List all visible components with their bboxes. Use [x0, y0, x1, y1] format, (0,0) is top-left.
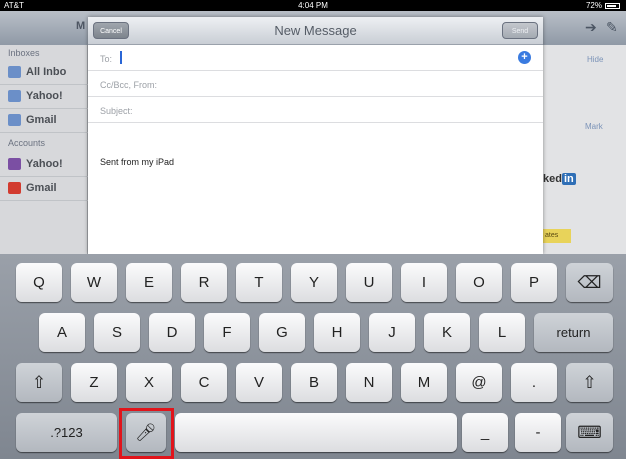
- mailbox-icon: [8, 66, 21, 78]
- to-label: To:: [100, 54, 113, 64]
- key-e[interactable]: E: [126, 263, 172, 302]
- message-preview-pane: Hide Mark ked in ates: [543, 45, 626, 254]
- key-r[interactable]: R: [181, 263, 227, 302]
- plus-circle-icon[interactable]: +: [518, 51, 531, 64]
- key-s[interactable]: S: [94, 313, 140, 352]
- ipad-screen: AT&T 4:04 PM 72% M ➔ ✎ Inboxes All Inbo …: [0, 0, 626, 459]
- key-v[interactable]: V: [236, 363, 282, 402]
- sidebar-item-label: Gmail: [26, 182, 57, 194]
- linkedin-logo: ked in: [543, 173, 576, 185]
- yahoo-icon: [8, 158, 21, 170]
- key-k[interactable]: K: [424, 313, 470, 352]
- mailbox-icon: [8, 114, 21, 126]
- hide-keyboard-key[interactable]: ⌨: [566, 413, 613, 452]
- key-j[interactable]: J: [369, 313, 415, 352]
- linkedin-text: ked: [543, 173, 562, 185]
- keyboard-hide-icon: ⌨: [577, 423, 602, 442]
- key-q[interactable]: Q: [16, 263, 62, 302]
- key-x[interactable]: X: [126, 363, 172, 402]
- status-bar: AT&T 4:04 PM 72%: [0, 0, 626, 11]
- key-m[interactable]: M: [401, 363, 447, 402]
- backspace-icon: ⌫: [577, 273, 602, 292]
- shift-key-left[interactable]: ⇧: [16, 363, 62, 402]
- accounts-header: Accounts: [8, 138, 46, 148]
- key-at[interactable]: @: [456, 363, 502, 402]
- linkedin-box: in: [561, 173, 576, 185]
- subject-field[interactable]: Subject:: [88, 97, 543, 123]
- hide-label: Hide: [587, 55, 604, 64]
- key-b[interactable]: B: [291, 363, 337, 402]
- shift-icon: ⇧: [582, 373, 597, 392]
- sidebar-item-gmail-account: Gmail: [0, 177, 88, 201]
- sidebar-item-yahoo-inbox: Yahoo!: [0, 85, 88, 109]
- sidebar-item-label: Yahoo!: [26, 90, 63, 102]
- key-a[interactable]: A: [39, 313, 85, 352]
- sidebar-item-gmail-inbox: Gmail: [0, 109, 88, 133]
- gmail-icon: [8, 182, 21, 194]
- send-button[interactable]: Send: [502, 22, 538, 39]
- key-u[interactable]: U: [346, 263, 392, 302]
- key-g[interactable]: G: [259, 313, 305, 352]
- cc-label: Cc/Bcc, From:: [100, 80, 158, 90]
- delete-key[interactable]: ⌫: [566, 263, 613, 302]
- mailboxes-title: M: [76, 20, 86, 32]
- key-w[interactable]: W: [71, 263, 117, 302]
- key-p[interactable]: P: [511, 263, 557, 302]
- reply-icon: ➔: [585, 19, 597, 35]
- key-i[interactable]: I: [401, 263, 447, 302]
- key-c[interactable]: C: [181, 363, 227, 402]
- key-z[interactable]: Z: [71, 363, 117, 402]
- compose-icon: ✎: [606, 19, 618, 35]
- key-underscore[interactable]: _: [462, 413, 508, 452]
- sidebar-item-label: Gmail: [26, 114, 57, 126]
- return-key[interactable]: return: [534, 313, 613, 352]
- inboxes-header: Inboxes: [8, 48, 40, 58]
- battery-icon: [605, 3, 620, 9]
- cc-bcc-from-field[interactable]: Cc/Bcc, From:: [88, 71, 543, 97]
- shift-key-right[interactable]: ⇧: [566, 363, 613, 402]
- compose-header: Cancel New Message Send: [88, 17, 543, 45]
- clock: 4:04 PM: [298, 1, 328, 10]
- key-f[interactable]: F: [204, 313, 250, 352]
- sidebar-item-yahoo-account: Yahoo!: [0, 153, 88, 177]
- onscreen-keyboard: Q W E R T Y U I O P ⌫ A S D F G H J K L …: [0, 254, 626, 459]
- mark-label: Mark: [585, 122, 603, 131]
- shift-icon: ⇧: [31, 373, 47, 392]
- key-d[interactable]: D: [149, 313, 195, 352]
- dictation-highlight: [119, 408, 174, 459]
- key-dash[interactable]: -: [515, 413, 561, 452]
- to-field[interactable]: To: +: [88, 45, 543, 71]
- key-t[interactable]: T: [236, 263, 282, 302]
- space-bar[interactable]: [175, 413, 457, 452]
- battery-percent: 72%: [585, 1, 602, 10]
- mailbox-sidebar: Inboxes All Inbo Yahoo! Gmail Accounts Y…: [0, 45, 88, 254]
- sidebar-item-all-inboxes: All Inbo: [0, 61, 88, 85]
- key-o[interactable]: O: [456, 263, 502, 302]
- key-period[interactable]: .: [511, 363, 557, 402]
- message-body[interactable]: Sent from my iPad: [100, 157, 174, 167]
- mailbox-icon: [8, 90, 21, 102]
- sidebar-item-label: Yahoo!: [26, 158, 63, 170]
- key-y[interactable]: Y: [291, 263, 337, 302]
- compose-title: New Message: [274, 23, 357, 38]
- dates-badge: ates: [543, 229, 571, 243]
- key-n[interactable]: N: [346, 363, 392, 402]
- key-l[interactable]: L: [479, 313, 525, 352]
- subject-label: Subject:: [100, 106, 133, 116]
- new-message-sheet: Cancel New Message Send To: + Cc/Bcc, Fr…: [88, 17, 543, 254]
- numbers-key[interactable]: .?123: [16, 413, 117, 452]
- sidebar-item-label: All Inbo: [26, 66, 67, 78]
- text-cursor: [120, 51, 122, 64]
- key-h[interactable]: H: [314, 313, 360, 352]
